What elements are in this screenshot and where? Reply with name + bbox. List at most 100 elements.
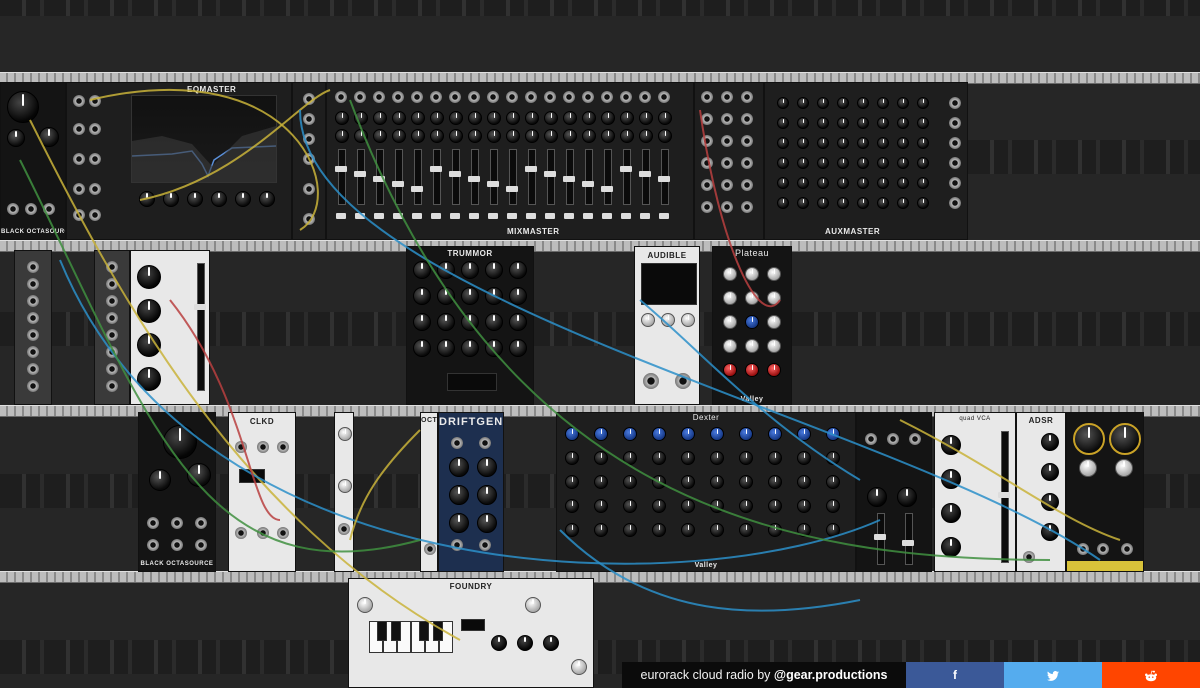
- jack[interactable]: [1097, 543, 1109, 555]
- jack[interactable]: [451, 539, 463, 551]
- knob[interactable]: [509, 339, 527, 357]
- knob[interactable]: [723, 267, 737, 281]
- knob[interactable]: [477, 457, 497, 477]
- jack[interactable]: [949, 157, 961, 169]
- knob[interactable]: [817, 117, 829, 129]
- mute-button[interactable]: [412, 213, 422, 219]
- knob[interactable]: [857, 97, 869, 109]
- knob[interactable]: [477, 485, 497, 505]
- knob[interactable]: [485, 261, 503, 279]
- module-adsr[interactable]: ADSR: [1016, 412, 1066, 572]
- jack[interactable]: [487, 91, 499, 103]
- knob[interactable]: [565, 475, 579, 489]
- jack[interactable]: [701, 113, 713, 125]
- jack[interactable]: [909, 433, 921, 445]
- module-vult-output[interactable]: [1066, 412, 1144, 572]
- module-eqmaster[interactable]: EQMASTER: [66, 82, 292, 240]
- mute-button[interactable]: [526, 213, 536, 219]
- jack[interactable]: [73, 183, 85, 195]
- jack[interactable]: [721, 179, 733, 191]
- knob[interactable]: [335, 111, 349, 125]
- knob[interactable]: [338, 479, 352, 493]
- knob[interactable]: [211, 191, 227, 207]
- jack[interactable]: [338, 523, 350, 535]
- knob[interactable]: [837, 177, 849, 189]
- knob[interactable]: [681, 499, 695, 513]
- knob[interactable]: [461, 287, 479, 305]
- jack[interactable]: [147, 517, 159, 529]
- module-plateau[interactable]: Plateau Valley: [712, 246, 792, 405]
- knob[interactable]: [506, 111, 520, 125]
- jack[interactable]: [701, 91, 713, 103]
- knob[interactable]: [710, 475, 724, 489]
- knob[interactable]: [723, 339, 737, 353]
- knob[interactable]: [338, 427, 352, 441]
- knob[interactable]: [797, 157, 809, 169]
- keyboard-key[interactable]: [391, 621, 401, 641]
- knob[interactable]: [941, 469, 961, 489]
- jack[interactable]: [89, 209, 101, 221]
- jack[interactable]: [73, 153, 85, 165]
- jack[interactable]: [639, 91, 651, 103]
- jack[interactable]: [468, 91, 480, 103]
- knob[interactable]: [544, 129, 558, 143]
- module-foundry[interactable]: FOUNDRY: [348, 578, 594, 688]
- knob[interactable]: [1115, 459, 1133, 477]
- jack[interactable]: [89, 183, 101, 195]
- knob[interactable]: [623, 523, 637, 537]
- knob[interactable]: [652, 523, 666, 537]
- knob[interactable]: [797, 137, 809, 149]
- jack[interactable]: [582, 91, 594, 103]
- knob[interactable]: [149, 469, 171, 491]
- knob[interactable]: [877, 177, 889, 189]
- jack[interactable]: [1121, 543, 1133, 555]
- knob[interactable]: [565, 427, 579, 441]
- jack[interactable]: [741, 113, 753, 125]
- jack[interactable]: [303, 213, 315, 225]
- knob[interactable]: [877, 117, 889, 129]
- knob[interactable]: [601, 129, 615, 143]
- jack[interactable]: [865, 433, 877, 445]
- jack[interactable]: [449, 91, 461, 103]
- module-mixmaster-expander[interactable]: [694, 82, 764, 240]
- jack[interactable]: [451, 437, 463, 449]
- knob[interactable]: [477, 513, 497, 533]
- knob[interactable]: [623, 499, 637, 513]
- knob[interactable]: [485, 339, 503, 357]
- knob[interactable]: [335, 129, 349, 143]
- knob[interactable]: [594, 475, 608, 489]
- knob[interactable]: [437, 261, 455, 279]
- knob[interactable]: [187, 191, 203, 207]
- module-quad-vca[interactable]: quad VCA: [934, 412, 1016, 572]
- knob[interactable]: [739, 523, 753, 537]
- jack[interactable]: [479, 437, 491, 449]
- jack[interactable]: [106, 380, 118, 392]
- knob[interactable]: [413, 339, 431, 357]
- knob[interactable]: [826, 427, 840, 441]
- module-auxmaster[interactable]: AUXMASTER: [764, 82, 968, 240]
- knob[interactable]: [877, 137, 889, 149]
- jack[interactable]: [27, 329, 39, 341]
- knob[interactable]: [777, 137, 789, 149]
- jack[interactable]: [506, 91, 518, 103]
- mute-button[interactable]: [374, 213, 384, 219]
- knob[interactable]: [461, 313, 479, 331]
- reddit-share-button[interactable]: [1102, 662, 1200, 688]
- knob[interactable]: [777, 197, 789, 209]
- knob[interactable]: [620, 129, 634, 143]
- large-knob[interactable]: [7, 91, 39, 123]
- jack[interactable]: [479, 539, 491, 551]
- knob[interactable]: [582, 111, 596, 125]
- keyboard-key[interactable]: [419, 621, 429, 641]
- knob[interactable]: [837, 157, 849, 169]
- jack[interactable]: [741, 201, 753, 213]
- knob[interactable]: [826, 475, 840, 489]
- jack[interactable]: [1023, 551, 1035, 563]
- twitter-share-button[interactable]: [1004, 662, 1102, 688]
- jack[interactable]: [949, 177, 961, 189]
- knob[interactable]: [817, 97, 829, 109]
- knob[interactable]: [723, 363, 737, 377]
- knob[interactable]: [767, 315, 781, 329]
- knob[interactable]: [897, 197, 909, 209]
- knob[interactable]: [826, 499, 840, 513]
